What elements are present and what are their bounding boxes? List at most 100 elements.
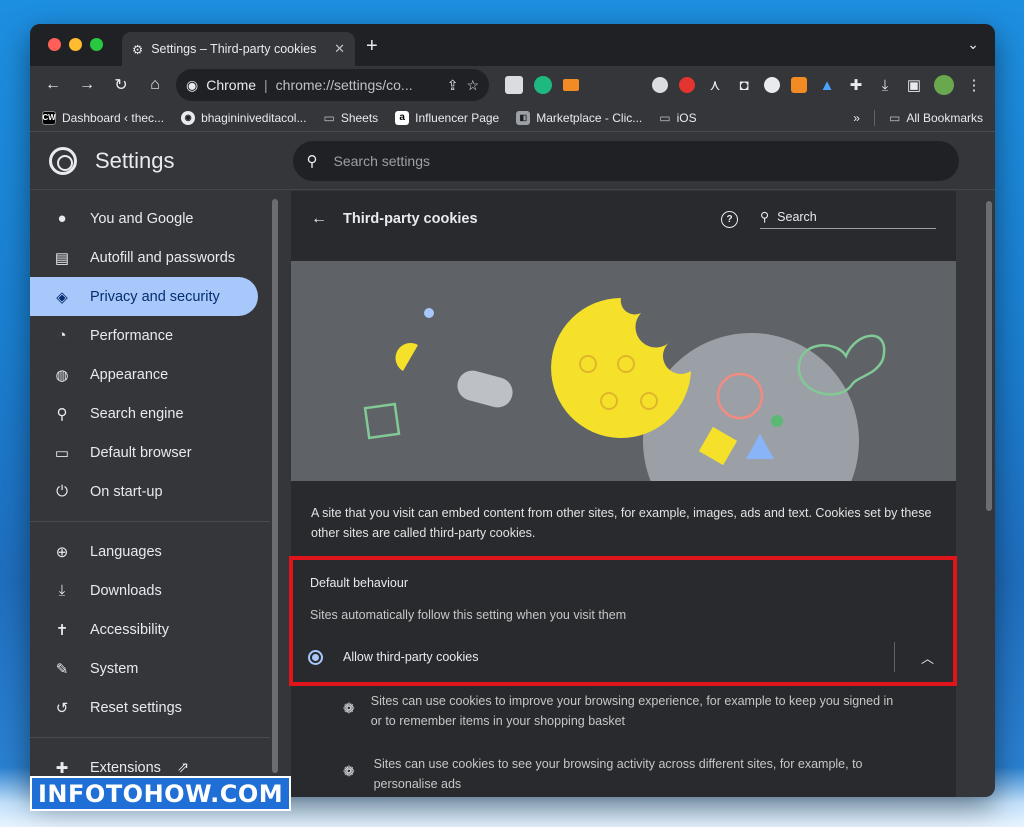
default-behaviour-title: Default behaviour xyxy=(310,576,408,590)
bookmark-label: Sheets xyxy=(340,110,379,125)
clipboard-icon: ▤ xyxy=(54,249,70,267)
radio-selected[interactable] xyxy=(308,649,323,665)
menu-icon[interactable]: ⋮ xyxy=(965,76,983,94)
amazon-icon: a xyxy=(395,110,410,125)
sidebar-item-label: Appearance xyxy=(90,366,169,383)
puzzle-icon[interactable]: ✚ xyxy=(847,76,865,94)
search-settings-input[interactable]: ⚲ Search settings xyxy=(292,140,959,181)
sidebar-item-languages[interactable]: ⊕ Languages xyxy=(30,532,258,571)
download-icon[interactable]: ⤓ xyxy=(876,77,894,94)
new-tab-button[interactable]: + xyxy=(366,35,378,58)
cookies-illustration xyxy=(291,261,956,481)
close-window-button[interactable] xyxy=(48,38,61,51)
sidebar-item-default-browser[interactable]: ▭ Default browser xyxy=(30,433,258,472)
content-scrollbar[interactable] xyxy=(983,191,995,797)
drive-icon[interactable]: ▲ xyxy=(818,77,836,94)
avatar[interactable] xyxy=(934,75,954,95)
radio-label: Allow third-party cookies xyxy=(343,650,479,664)
back-arrow-icon[interactable]: ← xyxy=(311,210,327,228)
share-icon[interactable]: ⇪ xyxy=(447,77,459,94)
extension-icon[interactable] xyxy=(764,77,780,93)
sidebar-item-on-startup[interactable]: ⏻ On start-up xyxy=(30,472,258,511)
divider xyxy=(30,521,270,522)
page-title: Settings xyxy=(95,147,175,173)
scrollbar-thumb[interactable] xyxy=(986,201,992,511)
extension-icon[interactable] xyxy=(563,79,579,91)
bookmark-label: Influencer Page xyxy=(415,110,500,125)
help-icon[interactable]: ? xyxy=(721,210,738,228)
tab-close-button[interactable]: ✕ xyxy=(334,41,345,57)
chevron-up-icon[interactable]: ︿ xyxy=(921,648,934,667)
sidebar-item-privacy[interactable]: ◈ Privacy and security xyxy=(30,277,258,316)
allow-third-party-cookies-option[interactable]: Allow third-party cookies ︿ xyxy=(308,642,953,672)
bookmark-favicon: CW xyxy=(42,110,56,125)
camera-icon[interactable]: ◘ xyxy=(735,77,753,94)
sidebar-item-autofill[interactable]: ▤ Autofill and passwords xyxy=(30,238,258,277)
bookmark-star-icon[interactable]: ☆ xyxy=(466,77,479,94)
sidebar-item-search-engine[interactable]: ⚲ Search engine xyxy=(30,394,258,433)
card-title: Third-party cookies xyxy=(343,211,478,227)
home-button[interactable]: ⌂ xyxy=(140,70,170,100)
extension-icon[interactable] xyxy=(505,76,523,94)
list-item: ❁ Sites can use cookies to improve your … xyxy=(343,691,903,731)
bookmark-favicon: ◧ xyxy=(516,110,531,125)
sidebar-item-label: Privacy and security xyxy=(90,288,220,305)
bookmark-item[interactable]: ◉ bhagininiveditacol... xyxy=(181,110,307,125)
sidebar-item-system[interactable]: ✎ System xyxy=(30,649,258,688)
forward-button[interactable]: → xyxy=(72,70,102,100)
bookmark-label: bhagininiveditacol... xyxy=(201,110,307,125)
sidebar-item-reset[interactable]: ↺ Reset settings xyxy=(30,688,258,727)
bookmark-item[interactable]: ◧ Marketplace - Clic... xyxy=(516,110,642,125)
open-external-icon: ⇗ xyxy=(176,759,190,776)
history-icon: ↺ xyxy=(55,699,69,717)
sidebar-item-label: On start-up xyxy=(90,483,163,500)
folder-icon: ▭ xyxy=(659,110,671,125)
side-panel-icon[interactable]: ▣ xyxy=(905,76,923,94)
extension-icon[interactable]: ⋏ xyxy=(706,76,724,94)
sidebar-item-appearance[interactable]: ◍ Appearance xyxy=(30,355,258,394)
reload-button[interactable]: ↻ xyxy=(106,70,136,100)
list-item-text: Sites can use cookies to see your browsi… xyxy=(373,757,863,791)
search-icon: ⚲ xyxy=(760,210,770,224)
sidebar-item-label: Autofill and passwords xyxy=(90,249,236,266)
minimize-window-button[interactable] xyxy=(69,38,82,51)
list-item: ❁ Sites can use cookies to see your brow… xyxy=(343,754,903,794)
card-header: ← Third-party cookies ? ⚲ Search xyxy=(291,191,956,247)
settings-sidebar: ● You and Google ▤ Autofill and password… xyxy=(30,191,278,797)
sidebar-item-label: Search engine xyxy=(90,405,184,422)
card-search-input[interactable]: ⚲ Search xyxy=(760,209,936,229)
list-item-text: Sites can use cookies to improve your br… xyxy=(370,694,894,728)
back-button[interactable]: ← xyxy=(38,70,68,100)
gear-icon: ⚙ xyxy=(132,42,144,57)
decor-dot xyxy=(424,308,434,318)
bookmark-label: All Bookmarks xyxy=(906,110,983,125)
browser-icon: ▭ xyxy=(54,444,70,462)
bookmark-folder[interactable]: ▭ iOS xyxy=(659,111,696,125)
maximize-window-button[interactable] xyxy=(90,38,103,51)
extension-icon[interactable] xyxy=(679,77,695,93)
all-bookmarks-button[interactable]: ▭ All Bookmarks xyxy=(889,111,983,125)
bookmark-folder[interactable]: ▭ Sheets xyxy=(323,111,378,125)
bookmark-label: Dashboard ‹ thec... xyxy=(62,110,165,125)
bookmark-item[interactable]: CW Dashboard ‹ thec... xyxy=(42,110,165,125)
sidebar-item-downloads[interactable]: ⤓ Downloads xyxy=(30,571,258,610)
extension-icon[interactable] xyxy=(652,77,668,93)
rss-icon[interactable] xyxy=(791,77,807,93)
sidebar-item-you-and-google[interactable]: ● You and Google xyxy=(30,199,258,238)
address-bar[interactable]: ◉ Chrome | chrome://settings/co... ⇪ ☆ xyxy=(176,69,489,101)
address-origin: Chrome xyxy=(206,77,257,93)
sidebar-item-label: Reset settings xyxy=(90,699,182,716)
cookies-description: A site that you visit can embed content … xyxy=(311,506,932,540)
more-bookmarks-button[interactable]: » xyxy=(853,111,860,125)
sidebar-item-label: Accessibility xyxy=(90,621,169,638)
grammarly-icon[interactable] xyxy=(534,76,552,94)
bookmark-item[interactable]: a Influencer Page xyxy=(395,110,500,125)
tab-settings[interactable]: ⚙ Settings – Third-party cookies ✕ xyxy=(122,32,355,66)
address-url[interactable]: chrome://settings/co... xyxy=(276,77,439,93)
decor-square xyxy=(363,402,401,440)
tab-search-button[interactable]: ⌄ xyxy=(967,36,979,53)
sidebar-item-accessibility[interactable]: ✝ Accessibility xyxy=(30,610,258,649)
settings-content: ← Third-party cookies ? ⚲ Search A site … xyxy=(270,191,995,797)
decor-half-circle xyxy=(395,342,418,371)
sidebar-item-performance[interactable]: ◔ Performance xyxy=(30,316,258,355)
